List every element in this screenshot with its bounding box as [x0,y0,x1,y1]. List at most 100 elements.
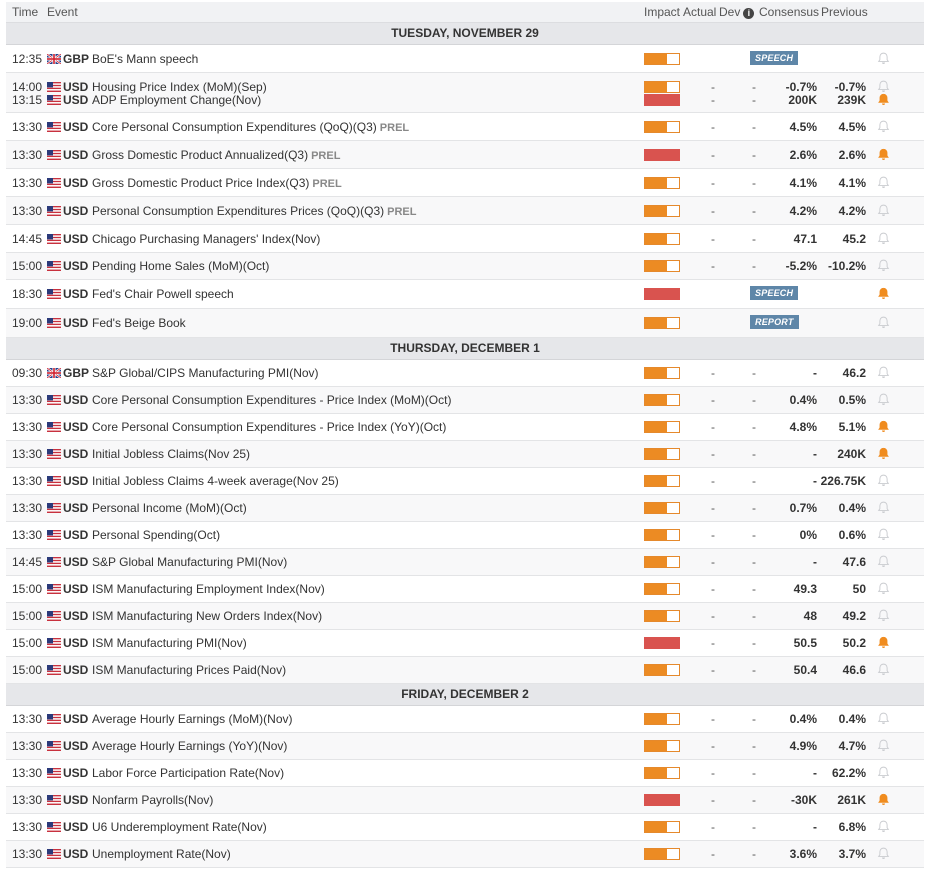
bell-icon[interactable] [877,366,890,379]
bell-icon[interactable] [877,204,890,217]
event-name[interactable]: Average Hourly Earnings (MoM)(Nov) [92,712,293,726]
bell-icon[interactable] [877,232,890,245]
impact-bar [644,713,680,725]
event-name[interactable]: Chicago Purchasing Managers' Index(Nov) [92,232,320,246]
event-name[interactable]: ISM Manufacturing Prices Paid(Nov) [92,663,286,677]
event-name[interactable]: ISM Manufacturing New Orders Index(Nov) [92,609,322,623]
bell-active-icon[interactable] [877,420,890,433]
event-row[interactable]: 13:30 USD Personal Income (MoM)(Oct) - - 0.7%… [6,495,924,522]
event-row[interactable]: 13:30 USD Core Personal Consumption Expend… [6,387,924,414]
event-row[interactable]: 13:30 USD Average Hourly Earnings (YoY)(No… [6,733,924,760]
event-name[interactable]: Housing Price Index (MoM)(Sep) [92,80,267,94]
event-row[interactable]: 14:00 USD Housing Price Index (MoM)(Sep) - -… [6,73,924,113]
event-name[interactable]: Personal Consumption Expenditures Prices… [92,204,416,218]
event-name-text: Chicago Purchasing Managers' Index(Nov) [92,232,321,246]
event-name[interactable]: ISM Manufacturing PMI(Nov) [92,636,247,650]
event-name[interactable]: Pending Home Sales (MoM)(Oct) [92,259,269,273]
bell-icon[interactable] [877,739,890,752]
impact-bar-fill [645,234,668,244]
event-name[interactable]: Gross Domestic Product Price Index(Q3) PR… [92,176,342,190]
bell-icon[interactable] [877,316,890,329]
bell-icon[interactable] [877,820,890,833]
actual-value: - [711,148,715,162]
impact-column-header[interactable]: Impact [644,5,680,19]
event-row[interactable]: 19:00 USD Fed's Beige Book REPORT [6,309,924,338]
event-row[interactable]: 13:30 USD U6 Underemployment Rate(Nov) - - - 6… [6,814,924,841]
info-icon[interactable]: i [743,8,755,19]
bell-icon[interactable] [877,528,890,541]
event-row[interactable]: 13:30 USD Labor Force Participation Rate(N… [6,760,924,787]
dev-column-header[interactable]: Dev i [719,5,755,19]
event-row[interactable]: 13:30 USD Personal Spending(Oct) - - 0% 0.6% [6,522,924,549]
event-name[interactable]: Initial Jobless Claims 4-week average(No… [92,474,339,488]
event-name[interactable]: Personal Spending(Oct) [92,528,220,542]
event-name[interactable]: S&P Global Manufacturing PMI(Nov) [92,555,287,569]
event-row[interactable]: 12:35 GBP BoE's Mann speech SPEECH [6,45,924,73]
bell-icon[interactable] [877,474,890,487]
event-row[interactable]: 13:30 USD Gross Domestic Product Price Ind… [6,169,924,197]
bell-icon[interactable] [877,847,890,860]
event-row[interactable]: 14:45 USD Chicago Purchasing Managers' Ind… [6,225,924,253]
bell-icon[interactable] [877,712,890,725]
previous-value: 0.4% [838,712,866,726]
event-name[interactable]: Core Personal Consumption Expenditures (… [92,120,409,134]
bell-active-icon[interactable] [877,148,890,161]
event-row[interactable]: 15:00 USD ISM Manufacturing New Orders Ind… [6,603,924,630]
bell-icon[interactable] [877,120,890,133]
bell-active-icon[interactable] [877,793,890,806]
bell-icon[interactable] [877,766,890,779]
event-row[interactable]: 13:30 USD Personal Consumption Expenditure… [6,197,924,225]
event-name[interactable]: U6 Underemployment Rate(Nov) [92,820,267,834]
event-name[interactable]: Gross Domestic Product Annualized(Q3) PRE… [92,148,340,162]
bell-icon[interactable] [877,52,890,65]
bell-active-icon[interactable] [877,447,890,460]
event-row[interactable]: 13:30 USD Average Hourly Earnings (MoM)(No… [6,706,924,733]
event-row[interactable]: 13:30 USD Core Personal Consumption Expend… [6,414,924,441]
time-column-header[interactable]: Time [12,5,38,19]
event-name[interactable]: Nonfarm Payrolls(Nov) [92,793,213,807]
event-name[interactable]: Average Hourly Earnings (YoY)(Nov) [92,739,287,753]
bell-icon[interactable] [877,259,890,272]
event-name[interactable]: Labor Force Participation Rate(Nov) [92,766,284,780]
event-row[interactable]: 09:30 GBP S&P Global/CIPS Manufacturing PM… [6,360,924,387]
event-row[interactable]: 13:30 USD Gross Domestic Product Annualize… [6,141,924,169]
bell-active-icon[interactable] [877,93,890,106]
event-name[interactable]: S&P Global/CIPS Manufacturing PMI(Nov) [92,366,319,380]
event-name[interactable]: ADP Employment Change(Nov) [92,93,261,107]
event-name[interactable]: BoE's Mann speech [92,52,198,66]
bell-icon[interactable] [877,501,890,514]
event-name[interactable]: ISM Manufacturing Employment Index(Nov) [92,582,325,596]
bell-icon[interactable] [877,176,890,189]
event-row[interactable]: 14:45 USD S&P Global Manufacturing PMI(Nov… [6,549,924,576]
event-name[interactable]: Fed's Chair Powell speech [92,287,234,301]
bell-active-icon[interactable] [877,287,890,300]
bell-icon[interactable] [877,393,890,406]
event-row[interactable]: 13:30 USD Unemployment Rate(Nov) - - 3.6% 3.7% [6,841,924,868]
event-row[interactable]: 15:00 USD ISM Manufacturing PMI(Nov) - - 50.5… [6,630,924,657]
bell-icon[interactable] [877,80,890,93]
event-name[interactable]: Fed's Beige Book [92,316,186,330]
event-row[interactable]: 18:30 USD Fed's Chair Powell speech SPEECH [6,280,924,309]
event-row[interactable]: 13:30 USD Initial Jobless Claims(Nov 25) - -… [6,441,924,468]
previous-column-header[interactable]: Previous [821,5,868,19]
event-name[interactable]: Initial Jobless Claims(Nov 25) [92,447,250,461]
consensus-column-header[interactable]: Consensus [759,5,819,19]
event-name[interactable]: Core Personal Consumption Expenditures -… [92,393,451,407]
bell-icon[interactable] [877,609,890,622]
bell-icon[interactable] [877,582,890,595]
bell-active-icon[interactable] [877,636,890,649]
event-column-header[interactable]: Event [47,5,78,19]
event-name[interactable]: Personal Income (MoM)(Oct) [92,501,247,515]
event-row[interactable]: 15:00 USD ISM Manufacturing Employment Ind… [6,576,924,603]
event-name[interactable]: Core Personal Consumption Expenditures -… [92,420,446,434]
event-name[interactable]: Unemployment Rate(Nov) [92,847,231,861]
actual-column-header[interactable]: Actual [683,5,716,19]
bell-icon[interactable] [877,663,890,676]
event-row[interactable]: 13:30 USD Core Personal Consumption Expend… [6,113,924,141]
event-row[interactable]: 15:00 USD ISM Manufacturing Prices Paid(No… [6,657,924,684]
event-row[interactable]: 13:30 USD Initial Jobless Claims 4-week av… [6,468,924,495]
bell-icon[interactable] [877,555,890,568]
event-row[interactable]: 13:30 USD Nonfarm Payrolls(Nov) - - -30K 261K [6,787,924,814]
event-row[interactable]: 15:00 USD Pending Home Sales (MoM)(Oct) - - -… [6,253,924,280]
impact-bar-fill [645,54,668,64]
